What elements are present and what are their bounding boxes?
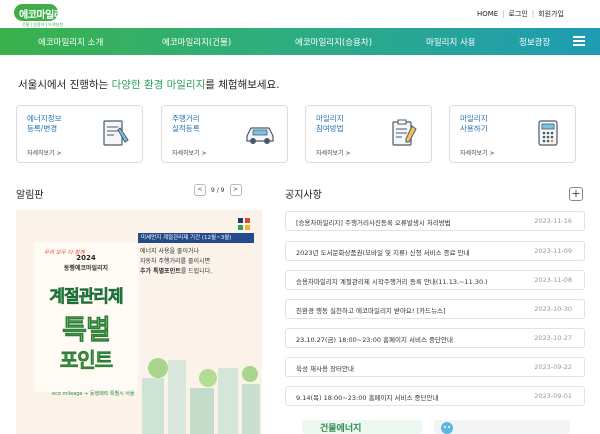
notice-date: 2023-11-09 bbox=[534, 247, 572, 255]
card-title: 마일리지 참여방법 bbox=[316, 114, 344, 133]
city-illustration bbox=[142, 358, 260, 434]
banner-subtitle: 동행에코마일리지 bbox=[63, 265, 109, 272]
separator: | bbox=[502, 10, 505, 18]
card-title: 마일리지 사용하기 bbox=[460, 114, 488, 133]
nav-item-use[interactable]: 마일리지 사용 bbox=[426, 36, 476, 48]
card-more-link[interactable]: 자세히보기 > bbox=[460, 148, 495, 157]
calculator-icon bbox=[538, 120, 558, 146]
banner-headline-3: 포인트 bbox=[59, 348, 114, 373]
notice-title: 2023년 도서문화상품권(모바일 및 지류) 신청 서비스 종료 안내 bbox=[296, 249, 470, 257]
banner-line: 를 드립니다. bbox=[180, 268, 213, 275]
list-item[interactable]: [승용차마일리지] 주행거리사진등록 오류발생시 처리방법 2023-11-16 bbox=[285, 211, 585, 231]
list-item[interactable]: 승용차마일리지 계절관리제 시작주행거리 등록 안내(11.13.~11.30.… bbox=[285, 270, 585, 290]
hamburger-icon[interactable] bbox=[573, 36, 585, 46]
notices-title: 공지사항 bbox=[285, 190, 322, 201]
notice-date: 2023-11-08 bbox=[534, 276, 572, 284]
nav-item-info[interactable]: 정보광장 bbox=[519, 36, 550, 48]
grid-logo-icon bbox=[238, 218, 250, 230]
login-link[interactable]: 로그인 bbox=[509, 9, 528, 19]
intro-highlight: 다양한 환경 마일리지 bbox=[111, 79, 206, 91]
nav-item-car[interactable]: 에코마일리지(승용차) bbox=[295, 36, 372, 48]
notice-date: 2023-10-30 bbox=[534, 305, 572, 313]
chevron-left-icon[interactable]: < bbox=[194, 184, 206, 196]
intro-text: 서울시에서 진행하는 다양한 환경 마일리지를 체험해보세요. bbox=[18, 77, 280, 92]
notice-date: 2023-10-27 bbox=[534, 334, 572, 342]
card-more-link[interactable]: 자세히보기 > bbox=[172, 148, 207, 157]
intro-prefix: 서울시에서 진행하는 bbox=[18, 79, 109, 91]
chevron-right-icon[interactable]: > bbox=[229, 184, 242, 196]
notice-title: 친환경 행동 실천하고 에코마일리지 받아요! [카드뉴스] bbox=[296, 307, 446, 315]
banner-strong: 추가 특별포인트 bbox=[140, 268, 181, 275]
pager-numbers: 9 / 9 bbox=[211, 186, 225, 194]
site-logo[interactable]: 에코마일리지 건물 | 승용차 | 녹색실천 bbox=[14, 4, 88, 28]
banner-headline-1: 계절관리제 bbox=[49, 287, 124, 308]
banner-body: 에너지 사용을 줄이거나 자동차 주행거리를 줄이시면 추가 특별포인트를 드립… bbox=[140, 247, 256, 277]
list-item[interactable]: 9.14(목) 18:00~23:00 홈페이지 서비스 중단안내 2023-0… bbox=[285, 386, 585, 406]
notice-date: 2023-09-22 bbox=[534, 363, 572, 371]
notice-title: [승용차마일리지] 주행거리사진등록 오류발생시 처리방법 bbox=[296, 219, 451, 227]
intro-suffix: 를 체험해보세요. bbox=[205, 79, 280, 91]
notice-title: 23.10.27(금) 18:00~23:00 홈페이지 서비스 중단안내 bbox=[296, 336, 453, 344]
banner-logos: eco mileage + 동행매력 특별시 서울 bbox=[52, 391, 135, 397]
alerts-pager: < 9 / 9 > bbox=[194, 184, 242, 196]
notice-title: 육성 재사용 장터안내 bbox=[296, 365, 354, 373]
bottom-banner-text: 건물에너지 bbox=[320, 424, 362, 434]
nav-item-building[interactable]: 에코마일리지(건물) bbox=[162, 36, 231, 48]
home-link[interactable]: HOME bbox=[477, 10, 498, 18]
clipboard-pen-icon bbox=[392, 119, 417, 146]
alerts-title: 알림판 bbox=[16, 190, 44, 201]
card-more-link[interactable]: 자세히보기 > bbox=[316, 148, 351, 157]
banner-year: 2024 bbox=[76, 254, 96, 262]
list-item[interactable]: 친환경 행동 실천하고 에코마일리지 받아요! [카드뉴스] 2023-10-3… bbox=[285, 299, 585, 319]
banner-period: 미세먼지 계절관리제 기간 (12월~3월) bbox=[138, 233, 254, 243]
signup-link[interactable]: 회원가입 bbox=[538, 9, 564, 19]
notice-date: 2023-09-01 bbox=[534, 392, 572, 400]
list-item[interactable]: 2023년 도서문화상품권(모바일 및 지류) 신청 서비스 종료 안내 202… bbox=[285, 241, 585, 261]
banner-poster: 우리 모두 다 함께 2024 동행에코마일리지 계절관리제 특별 포인트 bbox=[34, 242, 138, 392]
list-item[interactable]: 23.10.27(금) 18:00~23:00 홈페이지 서비스 중단안내 20… bbox=[285, 328, 585, 348]
mascot-icon bbox=[441, 422, 453, 434]
card-title: 주행거리 실적등록 bbox=[172, 114, 200, 133]
top-bar: 에코마일리지 건물 | 승용차 | 녹색실천 HOME | 로그인 | 회원가입 bbox=[0, 0, 600, 28]
bottom-banner[interactable]: 건물에너지 bbox=[302, 420, 570, 434]
card-energy-info[interactable]: 에너지정보 등록/변경 자세히보기 > bbox=[16, 105, 143, 163]
promo-banner[interactable]: 우리 모두 다 함께 2024 동행에코마일리지 계절관리제 특별 포인트 미세… bbox=[16, 210, 262, 434]
utility-links: HOME | 로그인 | 회원가입 bbox=[477, 9, 564, 19]
card-more-link[interactable]: 자세히보기 > bbox=[27, 148, 62, 157]
separator: | bbox=[531, 10, 535, 18]
document-pen-icon bbox=[103, 120, 129, 146]
banner-headline-2: 특별 bbox=[62, 315, 111, 347]
main-nav: 에코마일리지 소개 에코마일리지(건물) 에코마일리지(승용차) 마일리지 사용… bbox=[0, 28, 600, 55]
card-use-mileage[interactable]: 마일리지 사용하기 자세히보기 > bbox=[449, 105, 576, 163]
notice-date: 2023-11-16 bbox=[534, 217, 572, 225]
bottom-banner-tile[interactable] bbox=[434, 420, 570, 434]
bottom-banner-tile[interactable]: 건물에너지 bbox=[302, 420, 422, 434]
banner-line: 에너지 사용을 줄이거나 bbox=[140, 248, 200, 255]
nav-item-intro[interactable]: 에코마일리지 소개 bbox=[38, 36, 103, 48]
list-item[interactable]: 육성 재사용 장터안내 2023-09-22 bbox=[285, 357, 585, 377]
notice-title: 승용차마일리지 계절관리제 시작주행거리 등록 안내(11.13.~11.30.… bbox=[296, 278, 488, 286]
banner-line: 자동차 주행거리를 줄이시면 bbox=[140, 258, 211, 265]
card-mileage-register[interactable]: 주행거리 실적등록 자세히보기 > bbox=[161, 105, 288, 163]
plus-icon[interactable]: + bbox=[569, 187, 583, 201]
card-title: 에너지정보 등록/변경 bbox=[27, 114, 62, 133]
car-icon bbox=[246, 127, 274, 144]
card-participation[interactable]: 마일리지 참여방법 자세히보기 > bbox=[305, 105, 432, 163]
notice-title: 9.14(목) 18:00~23:00 홈페이지 서비스 중단안내 bbox=[296, 394, 439, 402]
logo-text: 에코마일리지 bbox=[19, 10, 72, 21]
